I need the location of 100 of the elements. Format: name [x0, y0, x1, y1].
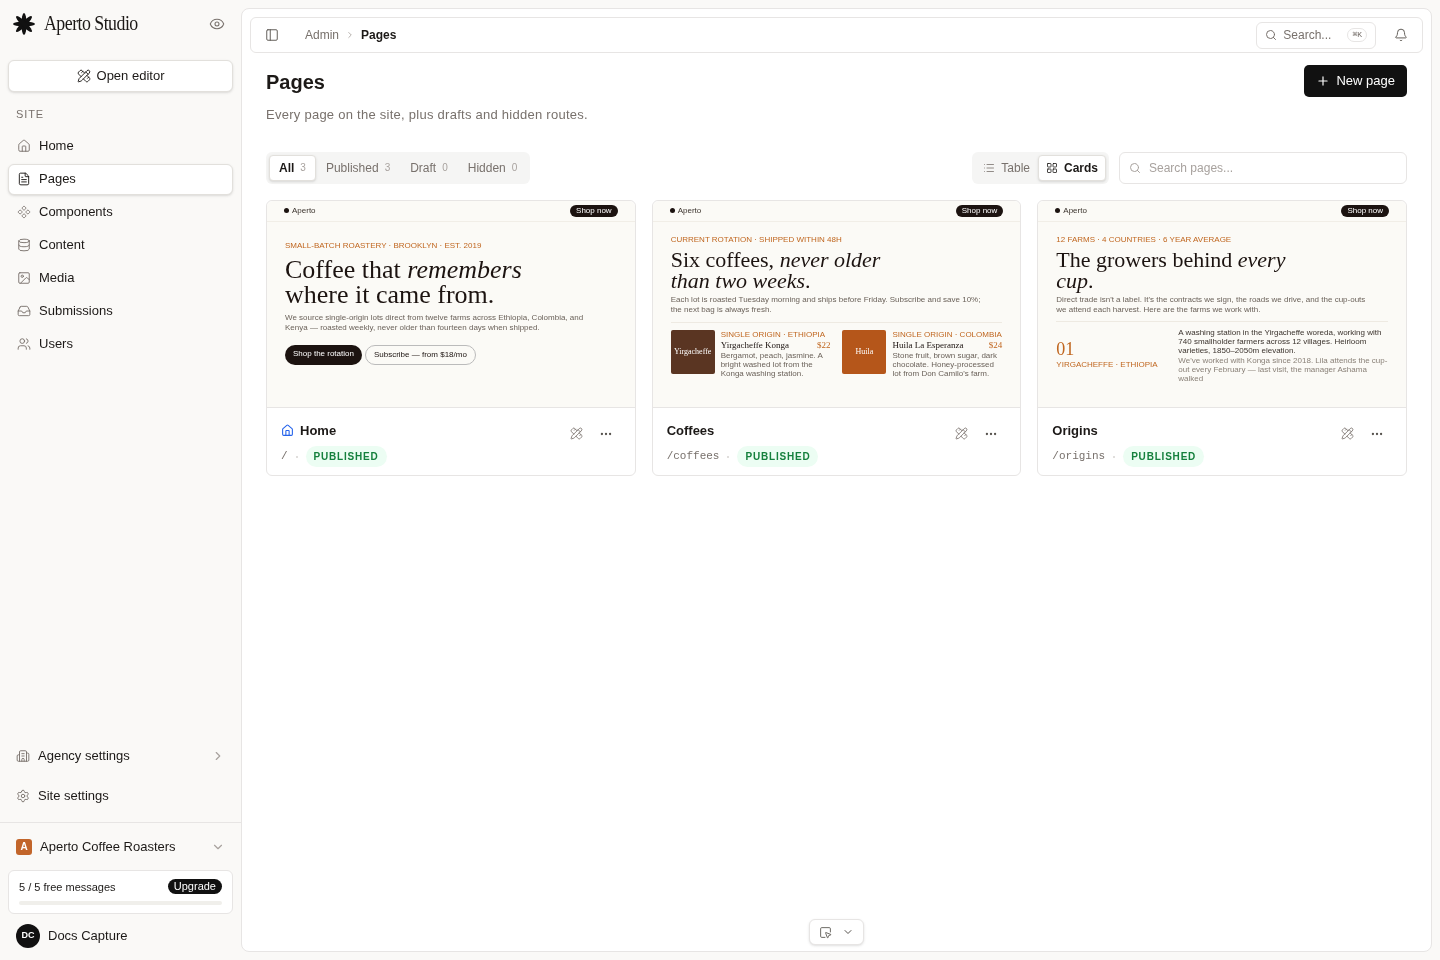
image-icon — [17, 271, 31, 285]
search-placeholder: Search... — [1283, 27, 1332, 44]
sidebar-item[interactable]: Content — [8, 229, 233, 261]
pencil-ruler-icon — [76, 69, 91, 83]
breadcrumb-item[interactable]: Admin — [305, 26, 339, 44]
sidebar-item[interactable]: Submissions — [8, 295, 233, 327]
page-path: / — [281, 449, 288, 465]
breadcrumb-separator-icon — [345, 30, 355, 40]
preview-headline: The growers behind every cup. — [1056, 248, 1287, 291]
preview-logo-icon — [669, 208, 675, 213]
sidebar-item[interactable]: Components — [8, 196, 233, 228]
page-path: /origins — [1052, 449, 1106, 465]
page-search-input[interactable]: Search pages... — [1149, 158, 1397, 177]
card-title: Coffees — [666, 421, 715, 440]
card-title: Origins — [1052, 421, 1098, 440]
page-path: /coffees — [666, 449, 720, 465]
product-price: $22 — [817, 339, 831, 351]
section-label: SITE — [15, 107, 45, 122]
preview-body-text: Direct trade isn't a label. It's the contracts we sign, the roads we drive, and the cup-outs we attend each harvest. Here are the farms we work with. — [1056, 294, 1367, 315]
search-icon — [1265, 29, 1278, 41]
origin-note: We've worked with Konga since 2018. Lila attends the cup-out every February — last visit, the manager Ashama walked — [1178, 355, 1388, 383]
origin-description: A washing station in the Yirgacheffe woreda, working with 740 smallholder farmers across 12 villages. Heirloom varieties, 1850–2050m elevation. — [1178, 327, 1383, 355]
status-label: PUBLISHED — [1123, 446, 1205, 467]
status-label: PUBLISHED — [305, 446, 387, 467]
product-description: Bergamot, peach, jasmine. A bright washed lot from the Konga washing station. — [720, 350, 824, 378]
user-avatar: DC — [16, 924, 40, 948]
preview-logo-icon — [284, 208, 289, 213]
sidebar-item-label: Agency settings — [38, 747, 131, 766]
workspace-name: Aperto Coffee Roasters — [40, 837, 177, 856]
filter-tab[interactable]: Published 3 — [315, 154, 401, 181]
preview-brand: Aperto — [677, 204, 702, 217]
sidebar-toggle-icon[interactable] — [265, 28, 279, 42]
product-name: Huila La Esperanza — [892, 339, 964, 351]
product-image-label: Huila — [855, 345, 874, 358]
breadcrumb-item: Pages — [361, 27, 397, 44]
origin-kicker: YIRGACHEFFE · ETHIOPIA — [1056, 358, 1159, 371]
upgrade-button[interactable]: Upgrade — [167, 879, 222, 895]
logo-icon — [12, 12, 36, 36]
product-description: Stone fruit, brown sugar, dark chocolate. Honey-processed lot from Don Camilo's farm. — [892, 350, 998, 378]
product-kicker: SINGLE ORIGIN · COLOMBIA — [892, 329, 1003, 340]
preview-body-text: We source single-origin lots direct from twelve farms across Ethiopia, Colombia, and Kenya — roasted weekly, never older than fourteen days when shipped. — [285, 312, 585, 333]
search-icon — [1129, 161, 1141, 174]
workspace-avatar: A — [16, 838, 32, 855]
product-price: $24 — [988, 339, 1003, 351]
notifications-icon[interactable] — [1394, 28, 1408, 42]
brand-name: Aperto Studio — [44, 10, 138, 38]
product-kicker: SINGLE ORIGIN · ETHIOPIA — [720, 329, 827, 340]
usage-text: 5 / 5 free messages — [19, 879, 116, 895]
components-icon — [17, 205, 31, 219]
list-icon — [983, 161, 996, 174]
product-image-label: Yirgacheffe — [673, 345, 712, 358]
preview-primary-button: Shop the rotation — [285, 344, 362, 365]
edit-icon[interactable] — [955, 427, 969, 440]
preview-brand: Aperto — [292, 204, 316, 217]
status-label: PUBLISHED — [737, 446, 819, 467]
file-icon — [17, 172, 31, 186]
view-tab[interactable]: Cards — [1038, 154, 1106, 181]
page-search-field[interactable]: Search pages... — [1119, 151, 1407, 184]
preview-body-text: Each lot is roasted Tuesday morning and ships before Friday. Subscribe and save 10%; the next bag is always fresh. — [670, 294, 982, 315]
edit-icon[interactable] — [1341, 427, 1354, 440]
sidebar-item[interactable]: Agency settings — [8, 740, 233, 772]
workspace-switcher[interactable]: A Aperto Coffee Roasters — [8, 832, 233, 861]
preview-kicker: SMALL-BATCH ROASTERY · BROOKLYN · EST. 2019 — [285, 239, 483, 252]
preview-headline: Six coffees, never older than two weeks. — [670, 248, 882, 291]
page-subtitle: Every page on the site, plus drafts and hidden routes. — [266, 106, 588, 124]
page-card[interactable] — [266, 199, 636, 476]
view-tab[interactable]: Table — [975, 154, 1038, 181]
home-icon — [17, 139, 31, 153]
sidebar-item[interactable]: Users — [8, 328, 233, 360]
preview-kicker: 12 FARMS · 4 COUNTRIES · 6 YEAR AVERAGE — [1056, 233, 1233, 246]
database-icon — [17, 238, 31, 252]
filter-tab[interactable]: Hidden 0 — [457, 154, 528, 181]
edit-icon[interactable] — [569, 427, 583, 440]
filter-tab[interactable]: All 3 — [269, 154, 316, 181]
open-editor-button[interactable]: Open editor — [8, 60, 233, 92]
preview-headline: Coffee that remembers where it came from. — [285, 256, 523, 307]
page-card[interactable] — [651, 199, 1022, 476]
cursor-icon[interactable] — [819, 925, 832, 939]
product-name: Yirgacheffe Konga — [720, 339, 790, 351]
preview-nav-button: Shop now — [570, 204, 618, 217]
sidebar-item[interactable]: Pages — [8, 163, 233, 195]
origin-number: 01 — [1056, 339, 1076, 358]
page-title: Pages — [266, 70, 326, 95]
plus-icon — [1316, 74, 1331, 88]
sidebar-item[interactable]: Media — [8, 262, 233, 294]
preview-toggle-icon[interactable] — [209, 16, 225, 32]
card-title: Home — [300, 421, 337, 440]
new-page-button[interactable]: New page — [1304, 65, 1407, 97]
search-field[interactable]: Search... ⌘K — [1256, 21, 1376, 49]
settings-icon — [16, 789, 30, 803]
users-icon — [17, 337, 31, 351]
preview-brand: Aperto — [1063, 204, 1087, 217]
inbox-icon — [17, 304, 31, 318]
grid-icon — [1046, 161, 1058, 174]
sidebar-item[interactable]: Home — [8, 130, 233, 162]
filter-tab[interactable]: Draft 0 — [400, 154, 458, 181]
sidebar-item-label: Site settings — [38, 787, 110, 806]
preview-nav-button: Shop now — [1341, 204, 1389, 217]
sidebar-item[interactable]: Site settings — [8, 780, 233, 812]
building-icon — [16, 749, 30, 763]
